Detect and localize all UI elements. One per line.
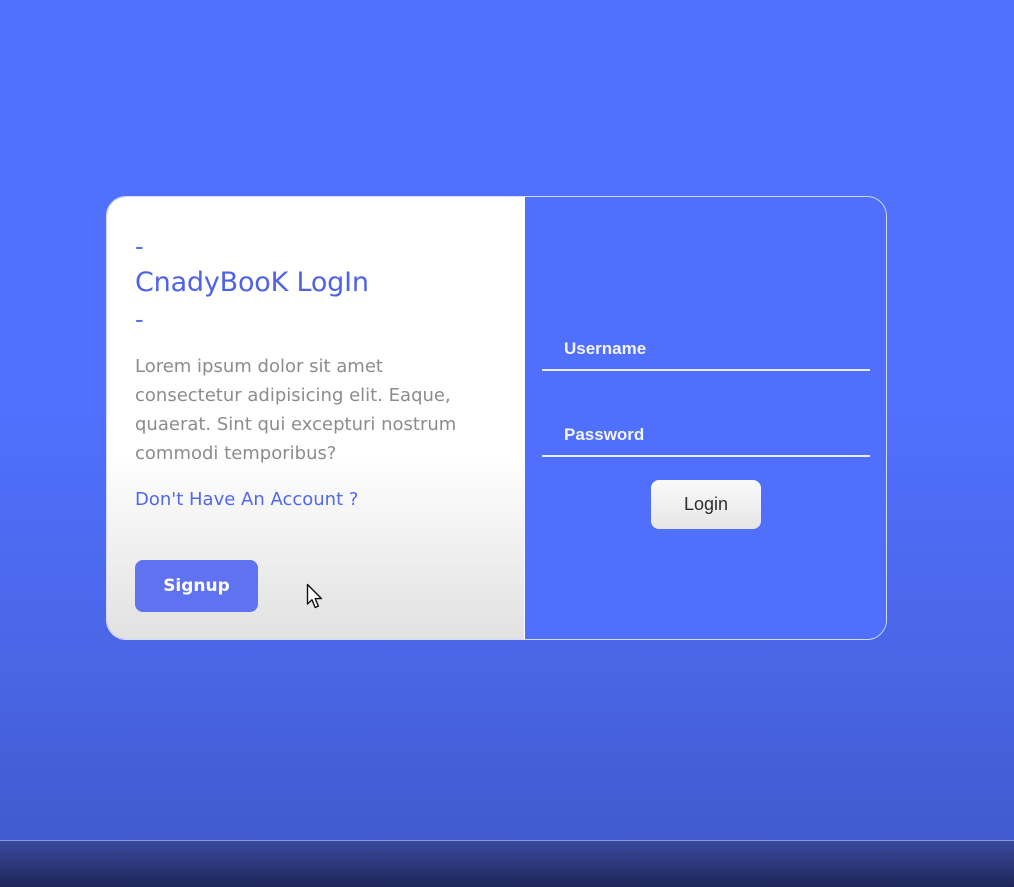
description-text: Lorem ipsum dolor sit amet consectetur a…: [135, 356, 457, 464]
title-dash-top: -: [135, 231, 144, 261]
username-field: [542, 321, 870, 371]
username-input[interactable]: [542, 321, 870, 369]
password-input[interactable]: [542, 407, 870, 455]
login-card: - CnadyBooK LogIn - Lorem ipsum dolor si…: [106, 196, 887, 640]
password-field: [542, 407, 870, 457]
bottom-bar: [0, 840, 1014, 887]
mouse-pointer-icon: [306, 583, 323, 609]
form-panel: Login: [524, 197, 886, 639]
login-button[interactable]: Login: [651, 480, 761, 529]
title-dash-bottom: -: [135, 304, 144, 334]
signup-button[interactable]: Signup: [135, 560, 258, 612]
page-title: CnadyBooK LogIn: [135, 267, 369, 298]
info-panel: - CnadyBooK LogIn - Lorem ipsum dolor si…: [107, 197, 524, 639]
no-account-link[interactable]: Don't Have An Account ?: [135, 489, 496, 510]
